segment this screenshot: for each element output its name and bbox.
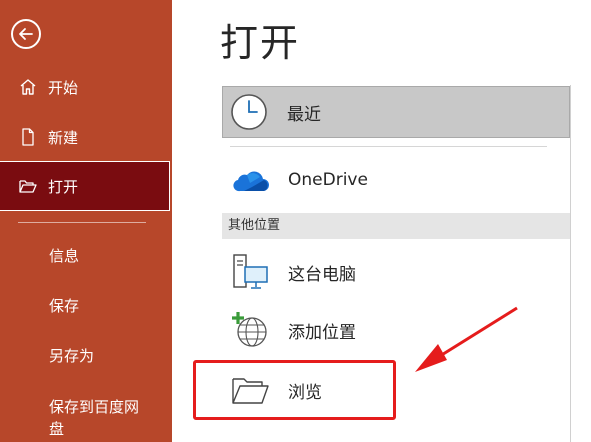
nav-item-save-as[interactable]: 另存为 (49, 345, 94, 367)
nav-item-new-label: 新建 (48, 128, 79, 147)
sidebar-divider (18, 222, 146, 223)
nav-item-open[interactable]: 打开 (0, 161, 170, 211)
location-recent-label: 最近 (287, 104, 321, 125)
nav-item-save-to-baidu[interactable]: 保存到百度网 盘 (49, 396, 139, 440)
location-recent[interactable]: 最近 (222, 86, 570, 138)
other-locations-header: 其他位置 (222, 213, 570, 239)
nav-item-save-to-baidu-line1: 保存到百度网 (49, 398, 140, 416)
nav-item-info[interactable]: 信息 (49, 245, 79, 267)
backstage-sidebar: 开始 新建 打开 信息 保存 另存为 保存到百度网 盘 (0, 0, 172, 442)
cloud-icon (228, 158, 272, 202)
nav-item-home-label: 开始 (48, 78, 79, 97)
add-globe-icon (228, 308, 272, 352)
row-divider (230, 146, 547, 147)
back-button[interactable] (11, 19, 41, 49)
nav-item-home[interactable]: 开始 (0, 74, 170, 100)
nav-item-open-label: 打开 (48, 177, 79, 196)
folder-icon (228, 368, 272, 412)
location-onedrive[interactable]: OneDrive (222, 156, 570, 204)
location-add-place[interactable]: 添加位置 (222, 308, 570, 352)
location-this-pc[interactable]: 这台电脑 (222, 250, 570, 294)
location-browse-label: 浏览 (288, 382, 322, 403)
home-icon (18, 77, 38, 97)
location-onedrive-label: OneDrive (288, 170, 368, 190)
open-folder-icon (18, 176, 38, 196)
location-browse[interactable]: 浏览 (222, 368, 570, 412)
new-document-icon (18, 127, 38, 147)
page-title: 打开 (220, 21, 301, 65)
nav-item-save-to-baidu-line2: 盘 (49, 420, 65, 438)
column-divider (570, 85, 571, 442)
location-this-pc-label: 这台电脑 (288, 264, 356, 285)
arrow-left-icon (19, 28, 33, 40)
nav-item-new[interactable]: 新建 (0, 124, 170, 150)
nav-item-save[interactable]: 保存 (49, 295, 79, 317)
location-add-place-label: 添加位置 (288, 322, 356, 343)
computer-icon (228, 250, 272, 294)
clock-icon (227, 90, 271, 134)
